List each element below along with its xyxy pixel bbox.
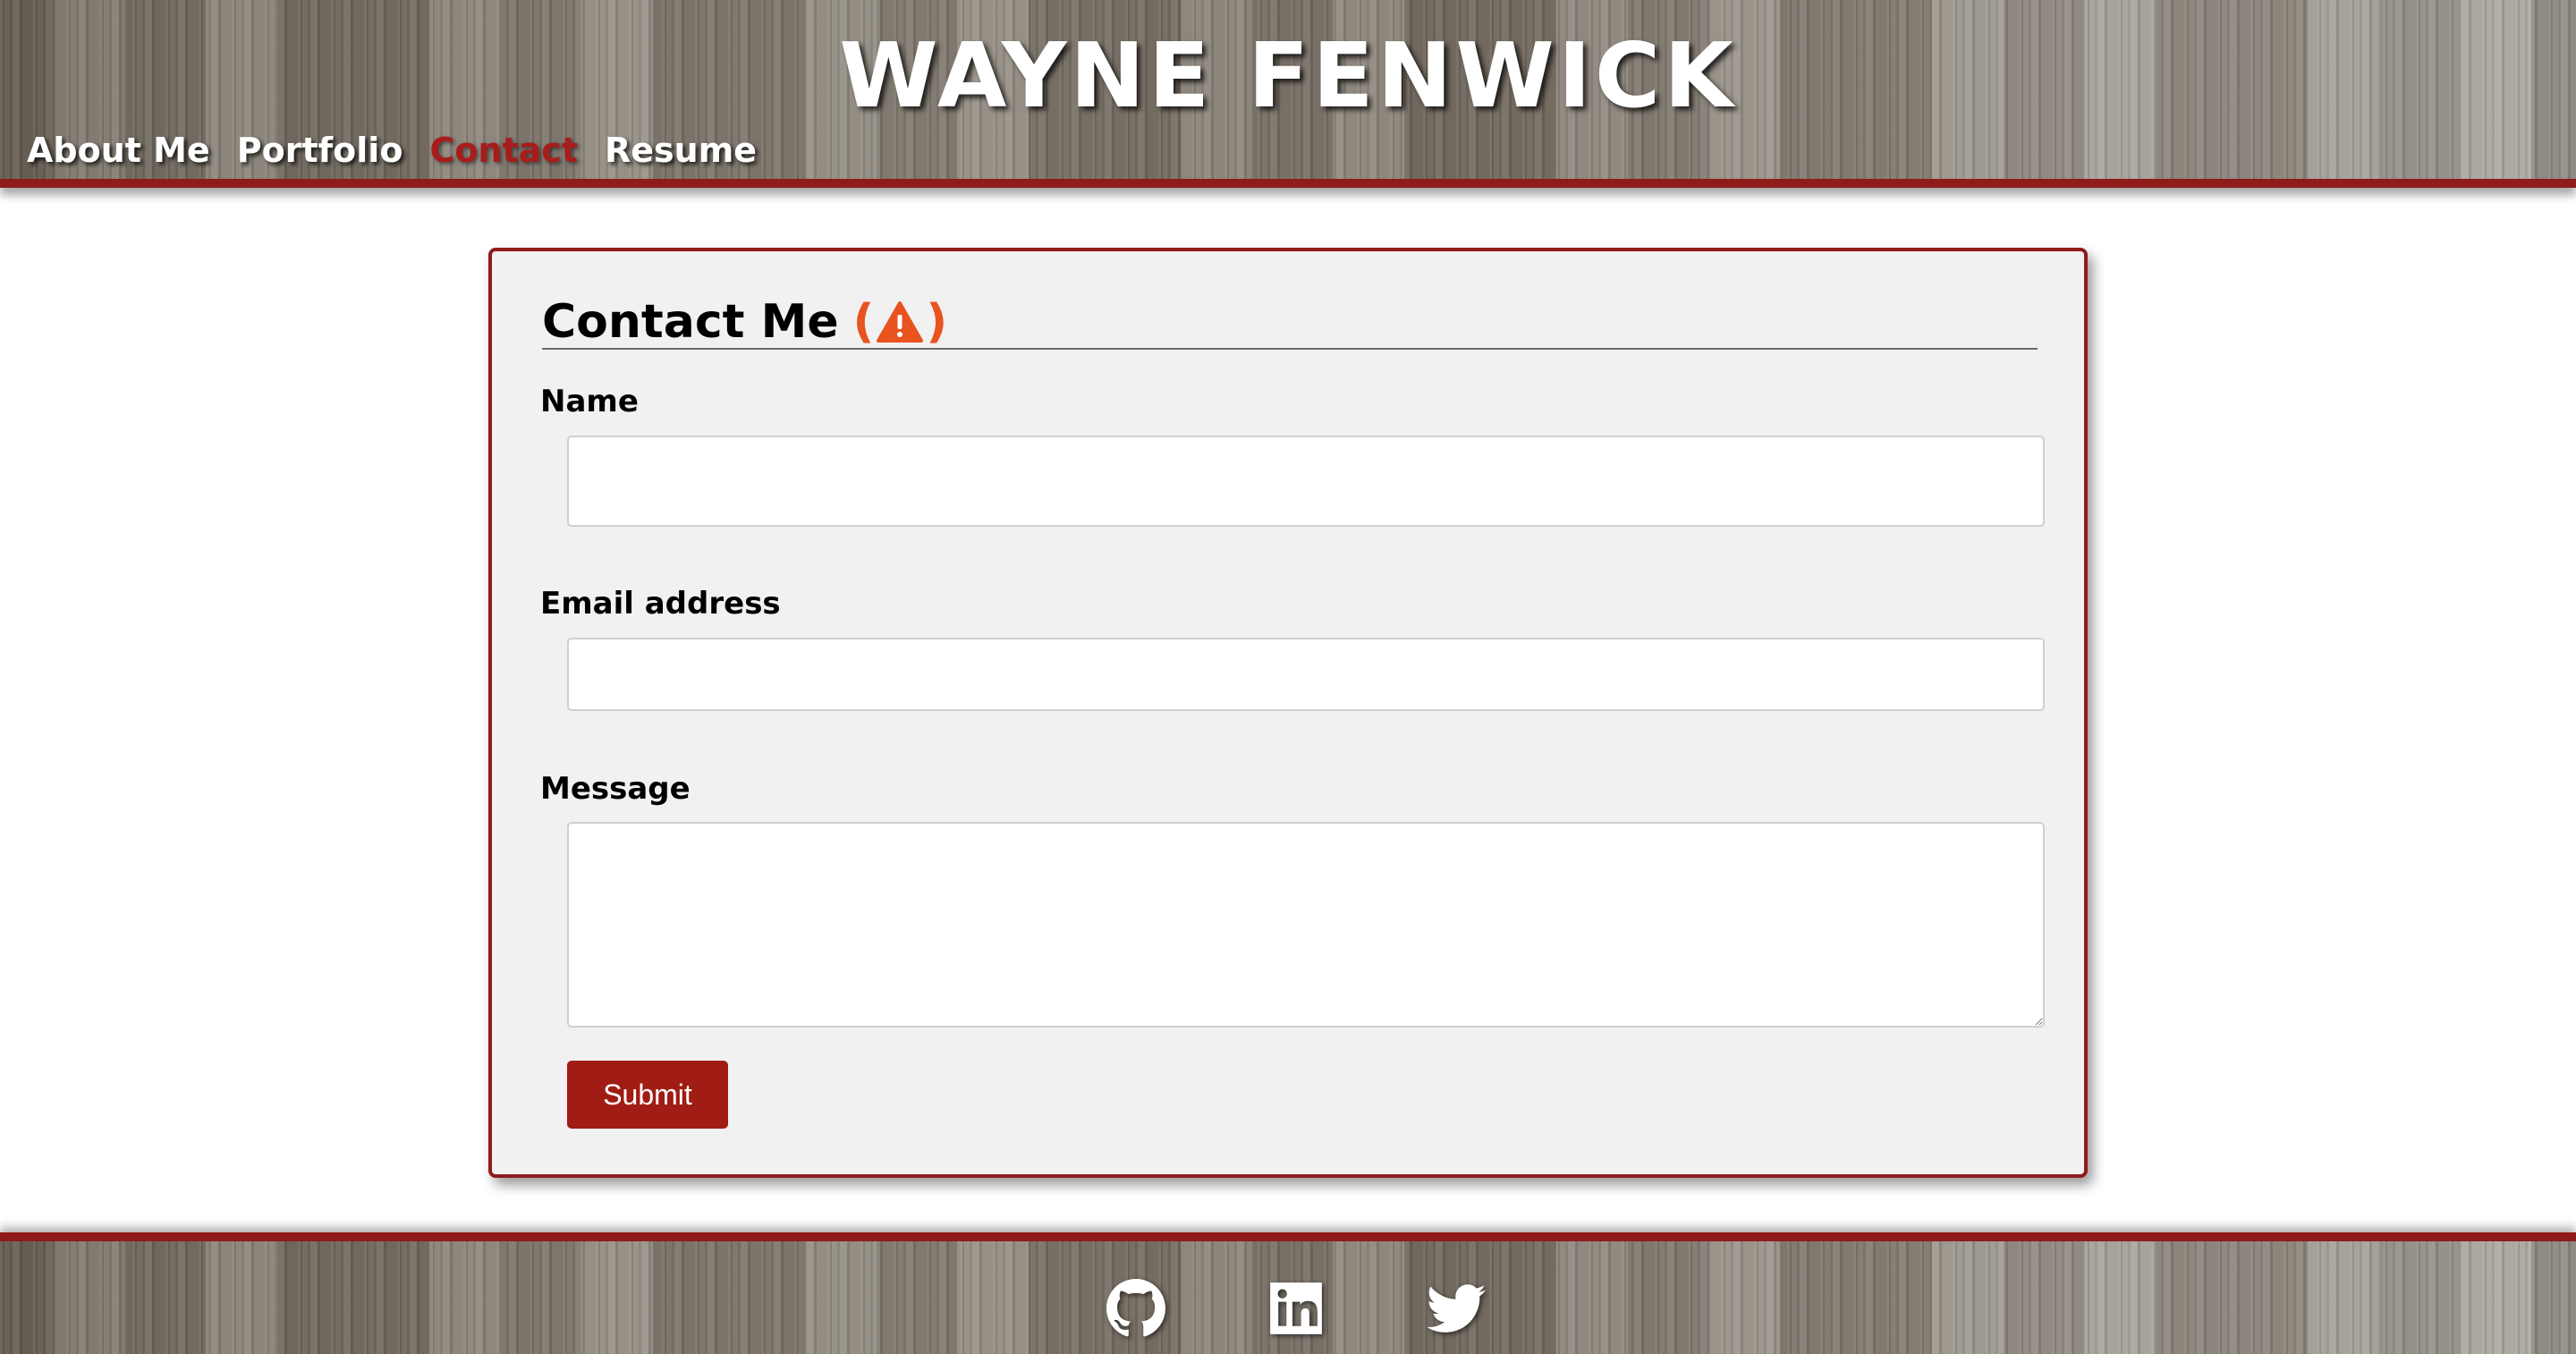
github-icon: [1106, 1279, 1165, 1337]
site-header: WAYNE FENWICK About Me Portfolio Contact…: [0, 0, 2576, 188]
nav-resume[interactable]: Resume: [605, 125, 757, 175]
site-title: WAYNE FENWICK: [839, 23, 1737, 128]
main-nav: About Me Portfolio Contact Resume: [27, 125, 757, 175]
contact-card: Contact Me ( ) Name Email address Messag…: [488, 248, 2088, 1178]
email-field[interactable]: [567, 638, 2045, 711]
nav-portfolio[interactable]: Portfolio: [237, 125, 403, 175]
contact-title-text: Contact Me: [542, 295, 839, 349]
twitter-link[interactable]: [1425, 1277, 1487, 1340]
contact-heading: Contact Me ( ): [542, 296, 2038, 350]
twitter-icon: [1427, 1284, 1486, 1333]
name-label: Name: [540, 384, 639, 419]
contact-title: Contact Me ( ): [542, 296, 947, 348]
warning-triangle-icon: [877, 301, 924, 343]
github-link[interactable]: [1105, 1277, 1167, 1340]
warning-open-paren: (: [852, 295, 875, 349]
warning-close-paren: ): [926, 295, 948, 349]
message-field[interactable]: [567, 822, 2045, 1028]
warning-indicator: ( ): [853, 296, 948, 348]
linkedin-icon: [1270, 1282, 1322, 1334]
nav-about-me[interactable]: About Me: [27, 125, 210, 175]
email-label: Email address: [540, 586, 781, 622]
linkedin-link[interactable]: [1265, 1277, 1327, 1340]
submit-button[interactable]: Submit: [567, 1061, 728, 1129]
site-footer: [0, 1232, 2576, 1354]
nav-contact[interactable]: Contact: [429, 125, 578, 175]
name-field[interactable]: [567, 436, 2045, 527]
message-label: Message: [540, 771, 691, 807]
